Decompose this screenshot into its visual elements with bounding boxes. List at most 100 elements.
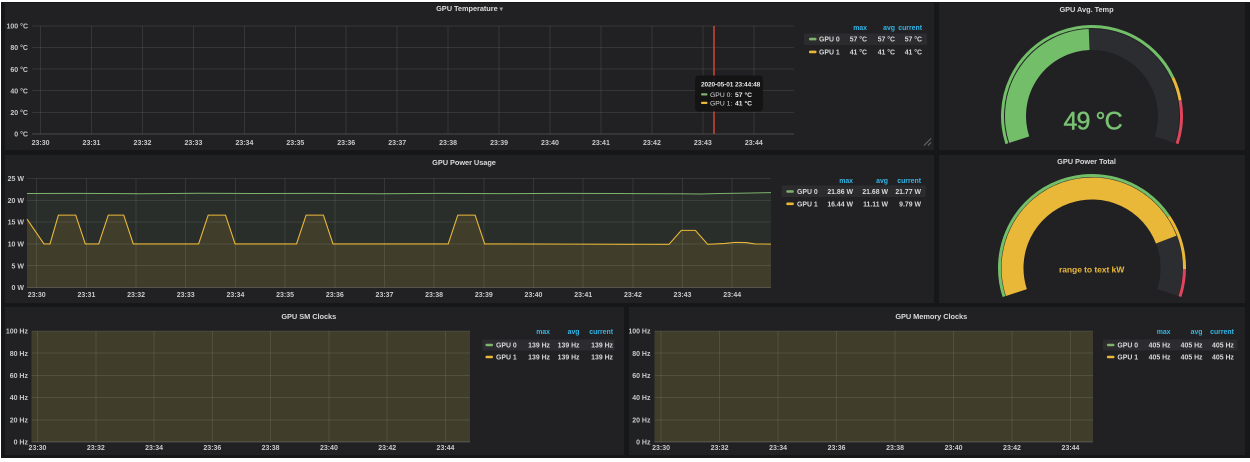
- svg-text:0 Hz: 0 Hz: [14, 439, 29, 446]
- svg-text:GPU 1: GPU 1: [1117, 354, 1138, 361]
- svg-text:23:43: 23:43: [674, 292, 692, 299]
- svg-text:41 °C: 41 °C: [878, 48, 895, 56]
- svg-text:23:42: 23:42: [378, 445, 396, 452]
- svg-text:23:32: 23:32: [127, 292, 145, 299]
- svg-text:max: max: [536, 329, 550, 336]
- svg-text:23:36: 23:36: [827, 445, 845, 452]
- svg-text:100 Hz: 100 Hz: [629, 328, 651, 335]
- svg-text:range to text kW: range to text kW: [1059, 265, 1125, 275]
- svg-text:23:40: 23:40: [320, 445, 338, 452]
- svg-text:current: current: [589, 329, 613, 336]
- svg-text:23:30: 23:30: [28, 292, 46, 299]
- svg-text:139 Hz: 139 Hz: [558, 342, 580, 349]
- svg-text:139 Hz: 139 Hz: [558, 354, 580, 361]
- svg-text:5 W: 5 W: [12, 263, 25, 270]
- svg-text:23:36: 23:36: [337, 140, 355, 147]
- svg-text:23:35: 23:35: [276, 292, 294, 299]
- svg-text:GPU 1: GPU 1: [819, 49, 840, 56]
- svg-text:20 W: 20 W: [8, 198, 25, 205]
- svg-text:GPU 0:: GPU 0:: [710, 92, 732, 99]
- svg-text:9.79 W: 9.79 W: [899, 201, 921, 208]
- svg-text:max: max: [839, 178, 853, 185]
- svg-text:20 °C: 20 °C: [10, 108, 28, 116]
- svg-text:40 Hz: 40 Hz: [632, 395, 651, 402]
- svg-text:23:42: 23:42: [624, 292, 642, 299]
- svg-text:100 Hz: 100 Hz: [6, 328, 29, 335]
- svg-text:GPU 1: GPU 1: [797, 201, 818, 208]
- svg-text:avg: avg: [883, 25, 895, 32]
- svg-text:23:32: 23:32: [710, 445, 728, 452]
- svg-text:80 °C: 80 °C: [10, 44, 28, 52]
- svg-text:0 Hz: 0 Hz: [636, 439, 651, 446]
- svg-text:23:40: 23:40: [541, 140, 559, 147]
- svg-text:23:34: 23:34: [145, 445, 163, 452]
- svg-text:23:31: 23:31: [83, 140, 101, 147]
- svg-text:49 °C: 49 °C: [1063, 107, 1122, 135]
- svg-text:23:43: 23:43: [694, 140, 712, 147]
- svg-text:57 °C: 57 °C: [735, 91, 752, 99]
- svg-text:405 Hz: 405 Hz: [1180, 354, 1202, 361]
- svg-text:16.44 W: 16.44 W: [827, 201, 853, 208]
- svg-text:11.11 W: 11.11 W: [863, 201, 888, 208]
- svg-text:41 °C: 41 °C: [850, 48, 867, 56]
- svg-text:20 Hz: 20 Hz: [10, 417, 29, 424]
- svg-text:GPU 0: GPU 0: [496, 342, 517, 349]
- svg-text:avg: avg: [876, 178, 888, 185]
- svg-text:23:31: 23:31: [77, 292, 95, 299]
- svg-text:405 Hz: 405 Hz: [1212, 342, 1234, 349]
- svg-text:23:42: 23:42: [1003, 445, 1021, 452]
- svg-text:current: current: [1210, 329, 1234, 336]
- svg-text:57 °C: 57 °C: [905, 35, 922, 43]
- svg-text:23:33: 23:33: [184, 140, 202, 147]
- svg-text:23:37: 23:37: [376, 292, 394, 299]
- svg-text:max: max: [1156, 329, 1170, 336]
- svg-text:23:41: 23:41: [592, 140, 610, 147]
- svg-text:23:38: 23:38: [439, 140, 457, 147]
- svg-text:23:39: 23:39: [490, 140, 508, 147]
- svg-text:23:30: 23:30: [32, 140, 50, 147]
- svg-text:23:40: 23:40: [944, 445, 962, 452]
- svg-text:23:37: 23:37: [388, 140, 406, 147]
- svg-text:57 °C: 57 °C: [878, 35, 895, 43]
- svg-text:2020-05-01 23:44:48: 2020-05-01 23:44:48: [701, 81, 761, 88]
- svg-text:139 Hz: 139 Hz: [591, 354, 613, 361]
- svg-text:60 Hz: 60 Hz: [632, 373, 651, 380]
- svg-text:60 Hz: 60 Hz: [10, 373, 29, 380]
- svg-text:23:34: 23:34: [235, 140, 253, 147]
- svg-text:80 Hz: 80 Hz: [10, 350, 29, 357]
- svg-text:GPU 0: GPU 0: [797, 189, 818, 196]
- svg-text:GPU 1:: GPU 1:: [710, 100, 732, 107]
- svg-text:405 Hz: 405 Hz: [1148, 354, 1170, 361]
- svg-text:41 °C: 41 °C: [905, 48, 922, 56]
- svg-text:23:40: 23:40: [525, 292, 543, 299]
- svg-text:41 °C: 41 °C: [735, 99, 752, 107]
- svg-text:23:36: 23:36: [203, 445, 221, 452]
- svg-text:40 °C: 40 °C: [10, 87, 28, 95]
- svg-text:139 Hz: 139 Hz: [528, 342, 550, 349]
- svg-text:40 Hz: 40 Hz: [10, 395, 29, 402]
- svg-text:23:30: 23:30: [29, 445, 47, 452]
- svg-text:23:35: 23:35: [286, 140, 304, 147]
- svg-text:23:44: 23:44: [1061, 445, 1079, 452]
- svg-text:80 Hz: 80 Hz: [632, 350, 651, 357]
- svg-text:23:38: 23:38: [886, 445, 904, 452]
- svg-text:GPU 0: GPU 0: [1117, 342, 1138, 349]
- svg-text:23:44: 23:44: [745, 140, 763, 147]
- svg-text:21.68 W: 21.68 W: [862, 189, 888, 196]
- svg-text:23:42: 23:42: [643, 140, 661, 147]
- svg-text:GPU 1: GPU 1: [496, 354, 517, 361]
- svg-text:15 W: 15 W: [8, 220, 25, 227]
- svg-text:405 Hz: 405 Hz: [1148, 342, 1170, 349]
- svg-text:23:44: 23:44: [437, 445, 455, 452]
- svg-text:0 °C: 0 °C: [14, 130, 28, 138]
- svg-text:57 °C: 57 °C: [850, 35, 867, 43]
- svg-text:405 Hz: 405 Hz: [1180, 342, 1202, 349]
- svg-text:23:30: 23:30: [652, 445, 670, 452]
- svg-text:23:39: 23:39: [475, 292, 493, 299]
- svg-text:23:41: 23:41: [574, 292, 592, 299]
- svg-text:23:38: 23:38: [262, 445, 280, 452]
- svg-text:0 W: 0 W: [12, 285, 25, 292]
- svg-text:21.86 W: 21.86 W: [827, 189, 853, 196]
- svg-text:405 Hz: 405 Hz: [1212, 354, 1234, 361]
- svg-text:23:34: 23:34: [769, 445, 787, 452]
